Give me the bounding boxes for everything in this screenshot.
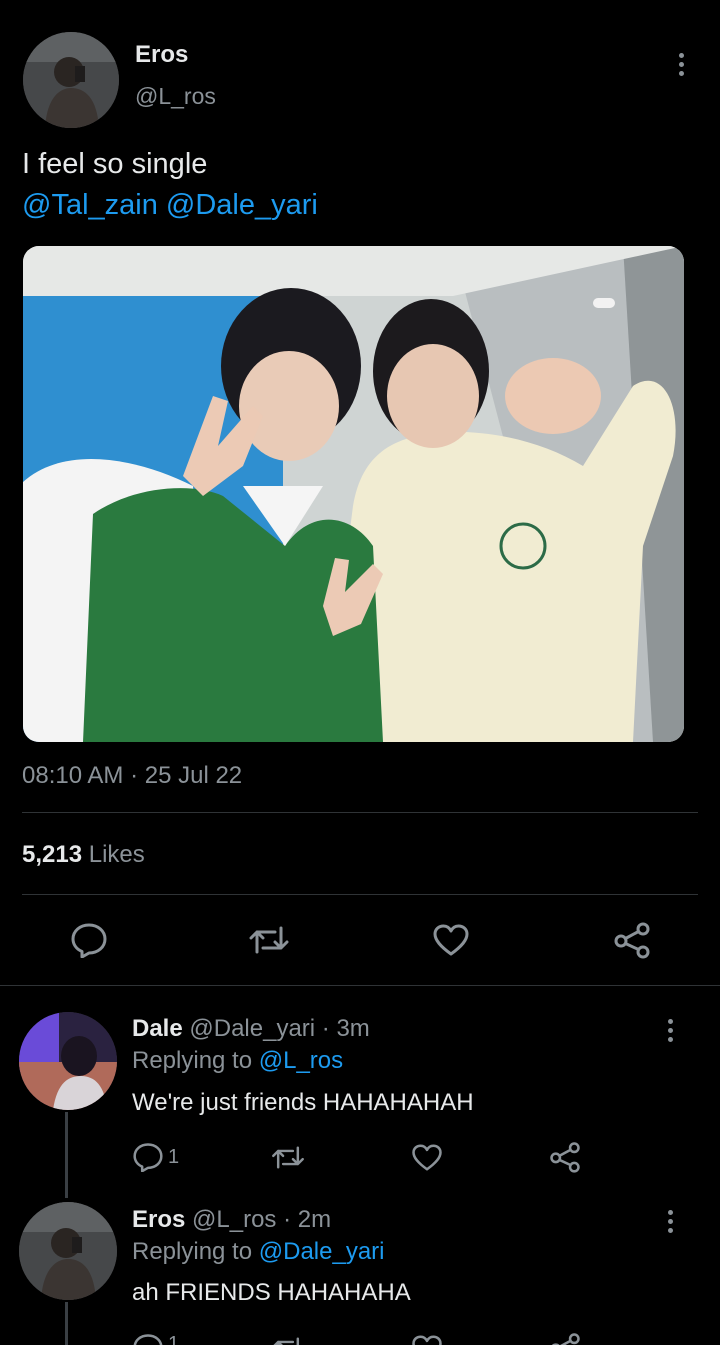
replying-to-handle[interactable]: @Dale_yari [259,1238,385,1265]
share-icon[interactable] [549,1141,581,1173]
likes-label: Likes [88,841,145,868]
share-icon[interactable] [549,1333,581,1345]
tweet-mentions[interactable]: @Tal_zain @Dale_yari [22,189,318,222]
heart-icon[interactable] [411,1143,443,1172]
reply-avatar[interactable] [19,1202,117,1300]
replying-to-handle[interactable]: @L_ros [259,1047,343,1074]
retweet-icon[interactable] [270,1335,306,1345]
more-icon[interactable] [676,53,686,76]
reply-name[interactable]: Eros [132,1206,185,1233]
reply-header: Dale @Dale_yari · 3m [132,1015,370,1043]
author-avatar[interactable] [23,32,119,128]
reply-icon[interactable]: 1 [132,1142,179,1172]
likes-row[interactable]: 5,213 Likes [22,841,145,869]
tweet-timestamp: 08:10 AM · 25 Jul 22 [22,762,243,789]
replying-to: Replying to @Dale_yari [132,1238,385,1266]
divider [0,985,720,986]
thread-line [65,1112,68,1198]
retweet-icon[interactable] [270,1144,306,1171]
heart-icon[interactable] [411,1334,443,1345]
reply-action-bar: 1 [0,1333,720,1345]
reply-avatar[interactable] [19,1012,117,1110]
retweet-icon[interactable] [247,924,291,956]
reply-handle[interactable]: @L_ros [192,1206,276,1233]
reply-icon[interactable]: 1 [132,1333,179,1345]
replying-to: Replying to @L_ros [132,1047,343,1075]
share-icon[interactable] [613,921,651,959]
reply-handle[interactable]: @Dale_yari [189,1015,315,1042]
reply-time: · 3m [321,1015,370,1042]
more-icon[interactable] [665,1210,675,1233]
tweet-text: I feel so single [22,148,208,180]
reply-count: 1 [168,1145,180,1168]
tweet-photo[interactable] [23,246,684,742]
author-name[interactable]: Eros [135,41,188,69]
reply-header: Eros @L_ros · 2m [132,1206,331,1234]
author-handle[interactable]: @L_ros [135,83,216,110]
likes-count: 5,213 [22,841,83,868]
reply-text: ah FRIENDS HAHAHAHA [132,1279,411,1306]
divider [22,812,698,813]
more-icon[interactable] [665,1019,675,1042]
divider [22,894,698,895]
reply-text: We're just friends HAHAHAHAH [132,1089,474,1116]
heart-icon[interactable] [432,923,470,957]
reply-icon[interactable] [70,922,108,958]
reply-count: 1 [168,1333,180,1345]
reply-name[interactable]: Dale [132,1015,183,1042]
replying-to-prefix: Replying to [132,1238,253,1265]
reply-time: · 2m [283,1206,332,1233]
replying-to-prefix: Replying to [132,1047,253,1074]
